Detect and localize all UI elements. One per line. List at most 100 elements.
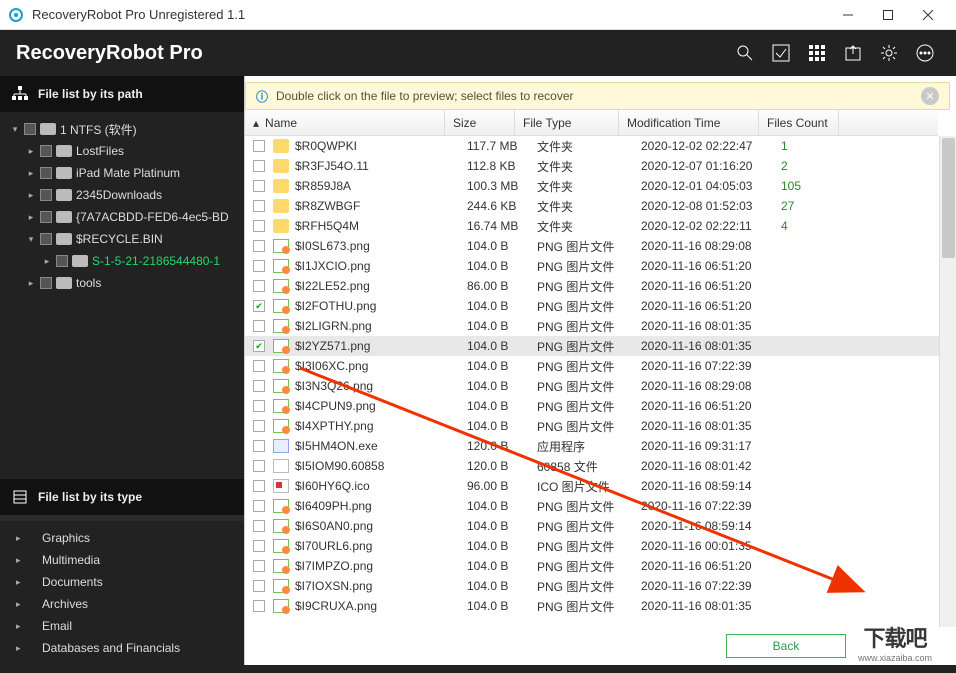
file-row[interactable]: $R0QWPKI117.7 MB文件夹2020-12-02 02:22:471 <box>245 136 956 156</box>
tree-item[interactable]: ▾1 NTFS (软件) <box>0 118 244 140</box>
row-checkbox[interactable] <box>253 300 265 312</box>
file-row[interactable]: $I4CPUN9.png104.0 BPNG 图片文件2020-11-16 06… <box>245 396 956 416</box>
sidebar-type-label: File list by its type <box>38 490 142 504</box>
row-checkbox[interactable] <box>253 560 265 572</box>
app-logo-icon <box>8 7 24 23</box>
row-checkbox[interactable] <box>253 180 265 192</box>
folder-tree[interactable]: ▾1 NTFS (软件)▸LostFiles▸iPad Mate Platinu… <box>0 112 244 300</box>
tree-item[interactable]: ▸2345Downloads <box>0 184 244 206</box>
file-icon <box>273 479 289 493</box>
file-row[interactable]: $I70URL6.png104.0 BPNG 图片文件2020-11-16 00… <box>245 536 956 556</box>
row-checkbox[interactable] <box>253 600 265 612</box>
file-row[interactable]: $I3N3Q26.png104.0 BPNG 图片文件2020-11-16 08… <box>245 376 956 396</box>
col-mod[interactable]: Modification Time <box>619 110 759 135</box>
file-icon <box>273 599 289 613</box>
check-button[interactable] <box>766 38 796 68</box>
row-checkbox[interactable] <box>253 200 265 212</box>
tree-item[interactable]: ▸tools <box>0 272 244 294</box>
watermark-url: www.xiazaiba.com <box>858 653 932 663</box>
row-checkbox[interactable] <box>253 460 265 472</box>
column-header[interactable]: ▴Name Size File Type Modification Time F… <box>245 110 938 136</box>
file-icon <box>273 139 289 153</box>
row-checkbox[interactable] <box>253 540 265 552</box>
file-row[interactable]: $I6409PH.png104.0 BPNG 图片文件2020-11-16 07… <box>245 496 956 516</box>
search-button[interactable] <box>730 38 760 68</box>
row-checkbox[interactable] <box>253 360 265 372</box>
row-checkbox[interactable] <box>253 280 265 292</box>
type-item[interactable]: ▸Email <box>0 615 244 637</box>
file-row[interactable]: $R8ZWBGF244.6 KB文件夹2020-12-08 01:52:0327 <box>245 196 956 216</box>
file-row[interactable]: $I5IOM90.60858120.0 B60858 文件2020-11-16 … <box>245 456 956 476</box>
row-checkbox[interactable] <box>253 480 265 492</box>
settings-button[interactable] <box>874 38 904 68</box>
row-checkbox[interactable] <box>253 440 265 452</box>
window-close-button[interactable] <box>908 1 948 29</box>
file-row[interactable]: $I7IOXSN.png104.0 BPNG 图片文件2020-11-16 07… <box>245 576 956 596</box>
window-minimize-button[interactable] <box>828 1 868 29</box>
file-row[interactable]: $RFH5Q4M16.74 MB文件夹2020-12-02 02:22:114 <box>245 216 956 236</box>
more-button[interactable] <box>910 38 940 68</box>
col-name[interactable]: Name <box>265 116 297 130</box>
file-row[interactable]: $I6S0AN0.png104.0 BPNG 图片文件2020-11-16 08… <box>245 516 956 536</box>
file-list[interactable]: $R0QWPKI117.7 MB文件夹2020-12-02 02:22:471$… <box>245 136 956 627</box>
tree-item[interactable]: ▸iPad Mate Platinum <box>0 162 244 184</box>
info-text: Double click on the file to preview; sel… <box>276 89 573 103</box>
file-icon <box>273 419 289 433</box>
row-checkbox[interactable] <box>253 580 265 592</box>
file-row[interactable]: $I4XPTHY.png104.0 BPNG 图片文件2020-11-16 08… <box>245 416 956 436</box>
row-checkbox[interactable] <box>253 320 265 332</box>
row-checkbox[interactable] <box>253 520 265 532</box>
file-row[interactable]: $R3FJ54O.11112.8 KB文件夹2020-12-07 01:16:2… <box>245 156 956 176</box>
file-row[interactable]: $I2FOTHU.png104.0 BPNG 图片文件2020-11-16 06… <box>245 296 956 316</box>
type-item[interactable]: ▸Archives <box>0 593 244 615</box>
row-checkbox[interactable] <box>253 400 265 412</box>
back-button[interactable]: Back <box>726 634 846 658</box>
row-checkbox[interactable] <box>253 160 265 172</box>
bottom-border <box>0 665 956 673</box>
type-list[interactable]: ▸Graphics▸Multimedia▸Documents▸Archives▸… <box>0 515 244 665</box>
row-checkbox[interactable] <box>253 500 265 512</box>
banner-close-button[interactable]: ✕ <box>921 87 939 105</box>
file-row[interactable]: $I1JXCIO.png104.0 BPNG 图片文件2020-11-16 06… <box>245 256 956 276</box>
file-icon <box>273 459 289 473</box>
col-count[interactable]: Files Count <box>759 110 839 135</box>
type-item[interactable]: ▸Documents <box>0 571 244 593</box>
file-icon <box>273 339 289 353</box>
scrollbar[interactable] <box>939 136 956 627</box>
file-row[interactable]: $I5HM4ON.exe120.0 B应用程序2020-11-16 09:31:… <box>245 436 956 456</box>
file-row[interactable]: $I22LE52.png86.00 BPNG 图片文件2020-11-16 06… <box>245 276 956 296</box>
file-row[interactable]: $I2YZ571.png104.0 BPNG 图片文件2020-11-16 08… <box>245 336 956 356</box>
file-row[interactable]: $I9CRUXA.png104.0 BPNG 图片文件2020-11-16 08… <box>245 596 956 616</box>
tree-item[interactable]: ▸S-1-5-21-2186544480-1 <box>0 250 244 272</box>
type-item[interactable]: ▸Databases and Financials <box>0 637 244 659</box>
info-banner: ⓘ Double click on the file to preview; s… <box>245 82 950 110</box>
file-row[interactable]: $I7IMPZO.png104.0 BPNG 图片文件2020-11-16 06… <box>245 556 956 576</box>
scrollbar-thumb[interactable] <box>942 138 955 258</box>
window-title: RecoveryRobot Pro Unregistered 1.1 <box>32 7 828 22</box>
file-row[interactable]: $I0SL673.png104.0 BPNG 图片文件2020-11-16 08… <box>245 236 956 256</box>
type-item[interactable]: ▸Graphics <box>0 527 244 549</box>
tree-item[interactable]: ▸{7A7ACBDD-FED6-4ec5-BD <box>0 206 244 228</box>
row-checkbox[interactable] <box>253 260 265 272</box>
tree-icon <box>12 86 28 102</box>
row-checkbox[interactable] <box>253 380 265 392</box>
row-checkbox[interactable] <box>253 340 265 352</box>
col-size[interactable]: Size <box>445 110 515 135</box>
row-checkbox[interactable] <box>253 140 265 152</box>
export-button[interactable] <box>838 38 868 68</box>
col-type[interactable]: File Type <box>515 110 619 135</box>
type-item[interactable]: ▸Multimedia <box>0 549 244 571</box>
file-row[interactable]: $R859J8A100.3 MB文件夹2020-12-01 04:05:0310… <box>245 176 956 196</box>
row-checkbox[interactable] <box>253 220 265 232</box>
file-row[interactable]: $I3I06XC.png104.0 BPNG 图片文件2020-11-16 07… <box>245 356 956 376</box>
app-toolbar: RecoveryRobot Pro <box>0 30 956 76</box>
file-row[interactable]: $I60HY6Q.ico96.00 BICO 图片文件2020-11-16 08… <box>245 476 956 496</box>
row-checkbox[interactable] <box>253 240 265 252</box>
row-checkbox[interactable] <box>253 420 265 432</box>
window-maximize-button[interactable] <box>868 1 908 29</box>
file-icon <box>273 399 289 413</box>
tree-item[interactable]: ▾$RECYCLE.BIN <box>0 228 244 250</box>
tree-item[interactable]: ▸LostFiles <box>0 140 244 162</box>
file-row[interactable]: $I2LIGRN.png104.0 BPNG 图片文件2020-11-16 08… <box>245 316 956 336</box>
grid-view-button[interactable] <box>802 38 832 68</box>
